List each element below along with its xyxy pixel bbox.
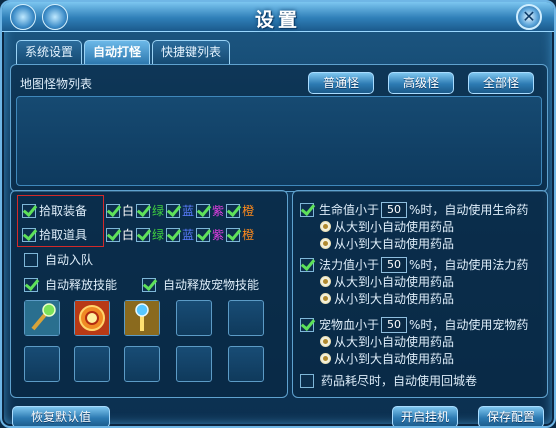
- quality-orange-label: 橙: [242, 228, 255, 242]
- monster-list-label: 地图怪物列表: [20, 77, 93, 91]
- pet-checkbox[interactable]: [300, 317, 314, 332]
- mp-option-asc-label: 从小到大自动使用药品: [334, 292, 455, 306]
- auto-cast-skill-label: 自动释放技能: [45, 278, 118, 292]
- save-config-button[interactable]: 保存配置: [478, 406, 544, 426]
- tab-system-settings[interactable]: 系统设置: [16, 40, 83, 64]
- window-title: 设置: [254, 9, 301, 31]
- mp-suffix-label: %时，自动使用法力药: [409, 258, 529, 272]
- quality-white-label: 白: [122, 228, 135, 242]
- hp-option-asc[interactable]: 从小到大自动使用药品: [320, 235, 454, 252]
- auto-cast-pet-skill-row: 自动释放宠物技能: [142, 276, 259, 293]
- auto-join-team-label: 自动入队: [45, 253, 94, 267]
- mp-radio-asc[interactable]: [320, 293, 331, 304]
- all-monster-button[interactable]: 全部怪: [468, 72, 534, 94]
- pickup-equipment-label: 拾取装备: [39, 204, 88, 218]
- tab-bar: 系统设置 自动打怪 快捷键列表: [16, 40, 231, 64]
- pet-prefix-label: 宠物血小于: [319, 318, 380, 332]
- pickup-items-row: 拾取道具: [22, 226, 87, 243]
- pet-suffix-label: %时，自动使用宠物药: [409, 318, 529, 332]
- mp-option-desc[interactable]: 从大到小自动使用药品: [320, 273, 454, 290]
- tab-hotkey-list[interactable]: 快捷键列表: [152, 40, 231, 64]
- auto-cast-pet-skill-checkbox[interactable]: [142, 277, 156, 292]
- start-auto-button[interactable]: 开启挂机: [392, 406, 458, 426]
- hp-prefix-label: 生命值小于: [319, 203, 380, 217]
- quality-checkbox[interactable]: [196, 227, 211, 242]
- skill-slot-empty[interactable]: [176, 300, 212, 336]
- quality-green-label: 绿: [152, 228, 165, 242]
- monster-list-box[interactable]: [16, 96, 542, 186]
- hp-threshold-input[interactable]: 50: [381, 201, 408, 218]
- elite-monster-button[interactable]: 高级怪: [388, 72, 454, 94]
- quality-checkbox[interactable]: [226, 203, 241, 218]
- quality-checkbox[interactable]: [166, 227, 181, 242]
- hp-radio-desc[interactable]: [320, 221, 331, 232]
- auto-join-team-row: 自动入队: [24, 251, 93, 268]
- quality-white-label: 白: [122, 204, 135, 218]
- quality-checkbox[interactable]: [136, 203, 151, 218]
- mp-threshold-row: 法力值小于 50 %时，自动使用法力药: [300, 256, 528, 273]
- quality-checkbox[interactable]: [136, 227, 151, 242]
- quality-green-label: 绿: [152, 204, 165, 218]
- skill-slot-empty[interactable]: [176, 346, 212, 382]
- quality-checkbox[interactable]: [226, 227, 241, 242]
- hp-threshold-row: 生命值小于 50 %时，自动使用生命药: [300, 201, 528, 218]
- restore-default-button[interactable]: 恢复默认值: [12, 406, 110, 426]
- pet-radio-desc[interactable]: [320, 336, 331, 347]
- mp-threshold-input[interactable]: 50: [381, 256, 408, 273]
- pet-radio-asc[interactable]: [320, 353, 331, 364]
- settings-window: 设置 ✕ 系统设置 自动打怪 快捷键列表 地图怪物列表 普通怪 高级怪 全部怪 …: [0, 0, 556, 428]
- close-icon[interactable]: ✕: [516, 4, 542, 30]
- quality-checkbox[interactable]: [196, 203, 211, 218]
- mp-prefix-label: 法力值小于: [319, 258, 380, 272]
- skill-slot-empty[interactable]: [228, 346, 264, 382]
- pet-threshold-row: 宠物血小于 50 %时，自动使用宠物药: [300, 316, 528, 333]
- staff-skill-icon[interactable]: [24, 300, 60, 336]
- skill-slot-empty[interactable]: [74, 346, 110, 382]
- pickup-items-checkbox[interactable]: [22, 227, 36, 242]
- quality-checkbox[interactable]: [166, 203, 181, 218]
- quality-checkbox[interactable]: [106, 203, 120, 218]
- auto-cast-skill-checkbox[interactable]: [24, 277, 38, 292]
- quality-blue-label: 蓝: [182, 228, 195, 242]
- auto-join-team-checkbox[interactable]: [24, 252, 38, 267]
- return-scroll-row: 药品耗尽时，自动使用回城卷: [300, 372, 477, 389]
- hp-option-asc-label: 从小到大自动使用药品: [334, 237, 455, 251]
- hp-suffix-label: %时，自动使用生命药: [409, 203, 529, 217]
- quality-blue-label: 蓝: [182, 204, 195, 218]
- hp-radio-asc[interactable]: [320, 238, 331, 249]
- hp-option-desc-label: 从大到小自动使用药品: [334, 220, 455, 234]
- skill-slot-empty[interactable]: [24, 346, 60, 382]
- hp-checkbox[interactable]: [300, 202, 314, 217]
- pickup-equipment-row: 拾取装备: [22, 202, 87, 219]
- auto-cast-pet-skill-label: 自动释放宠物技能: [163, 278, 260, 292]
- pet-option-desc[interactable]: 从大到小自动使用药品: [320, 333, 454, 350]
- skill-slot-empty[interactable]: [228, 300, 264, 336]
- quality-checkbox[interactable]: [106, 227, 120, 242]
- pet-option-desc-label: 从大到小自动使用药品: [334, 335, 455, 349]
- item-quality-row: 白 绿 蓝 紫 橙: [106, 226, 254, 243]
- hp-option-desc[interactable]: 从大到小自动使用药品: [320, 218, 454, 235]
- skill-slot-empty[interactable]: [124, 346, 160, 382]
- mp-option-asc[interactable]: 从小到大自动使用药品: [320, 290, 454, 307]
- pickup-equipment-checkbox[interactable]: [22, 203, 36, 218]
- auto-cast-skill-row: 自动释放技能: [24, 276, 117, 293]
- title-bar[interactable]: 设置 ✕: [2, 2, 554, 32]
- quality-purple-label: 紫: [212, 228, 225, 242]
- return-scroll-checkbox[interactable]: [300, 373, 314, 388]
- quality-orange-label: 橙: [242, 204, 255, 218]
- normal-monster-button[interactable]: 普通怪: [308, 72, 374, 94]
- mp-checkbox[interactable]: [300, 257, 314, 272]
- tab-auto-combat[interactable]: 自动打怪: [84, 40, 151, 64]
- pet-option-asc-label: 从小到大自动使用药品: [334, 352, 455, 366]
- fire-ring-skill-icon[interactable]: [74, 300, 110, 336]
- mp-option-desc-label: 从大到小自动使用药品: [334, 275, 455, 289]
- scepter-skill-icon[interactable]: [124, 300, 160, 336]
- equipment-quality-row: 白 绿 蓝 紫 橙: [106, 202, 254, 219]
- quality-purple-label: 紫: [212, 204, 225, 218]
- mp-radio-desc[interactable]: [320, 276, 331, 287]
- return-scroll-label: 药品耗尽时，自动使用回城卷: [321, 374, 478, 388]
- pickup-items-label: 拾取道具: [39, 228, 88, 242]
- pet-threshold-input[interactable]: 50: [381, 316, 408, 333]
- pet-option-asc[interactable]: 从小到大自动使用药品: [320, 350, 454, 367]
